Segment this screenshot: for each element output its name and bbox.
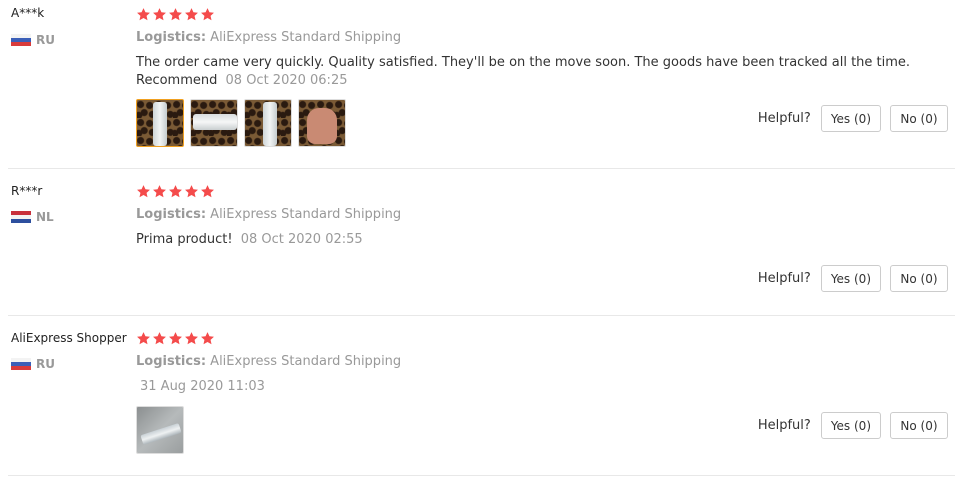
review-photo-thumbnail[interactable] <box>136 99 184 147</box>
review-item: R***r NL Logistics: AliExpress Standard … <box>0 169 955 315</box>
helpful-yes-button[interactable]: Yes (0) <box>820 105 881 132</box>
review-divider <box>8 475 955 476</box>
star-icon <box>200 184 215 199</box>
star-icon <box>184 7 199 22</box>
review-photo-thumbnail[interactable] <box>190 99 238 147</box>
reviewer-name: AliExpress Shopper <box>11 331 127 345</box>
helpful-votes: Helpful? Yes (0) No (0) <box>758 412 948 439</box>
star-icon <box>136 331 151 346</box>
review-photo-thumbnail[interactable] <box>298 99 346 147</box>
review-item: A***k RU Logistics: AliExpress Standard … <box>0 0 955 168</box>
review-photo-thumbnail[interactable] <box>244 99 292 147</box>
star-rating <box>136 7 215 22</box>
review-text-tail: Recommend <box>136 73 218 88</box>
reviewer-country: RU <box>11 33 55 47</box>
logistics-value: AliExpress Standard Shipping <box>210 207 402 222</box>
helpful-votes: Helpful? Yes (0) No (0) <box>758 105 948 132</box>
country-code: NL <box>36 210 54 224</box>
star-icon <box>184 184 199 199</box>
star-icon <box>168 184 183 199</box>
reviewer-name: R***r <box>11 184 43 198</box>
helpful-yes-button[interactable]: Yes (0) <box>820 265 881 292</box>
star-rating <box>136 184 215 199</box>
review-text-line: Prima product! 08 Oct 2020 02:55 <box>136 232 363 247</box>
reviewer-country: NL <box>11 210 54 224</box>
review-date: 31 Aug 2020 11:03 <box>140 379 265 394</box>
review-photos <box>136 99 346 147</box>
review-item: AliExpress Shopper RU Logistics: AliExpr… <box>0 316 955 476</box>
logistics-info: Logistics: AliExpress Standard Shipping <box>136 354 401 369</box>
review-text-line: 31 Aug 2020 11:03 <box>136 379 265 394</box>
helpful-no-button[interactable]: No (0) <box>890 265 948 292</box>
country-code: RU <box>36 357 55 371</box>
star-icon <box>184 331 199 346</box>
helpful-no-button[interactable]: No (0) <box>890 105 948 132</box>
logistics-label: Logistics: <box>136 354 207 369</box>
star-icon <box>152 184 167 199</box>
logistics-label: Logistics: <box>136 30 207 45</box>
review-date: 08 Oct 2020 06:25 <box>225 73 348 88</box>
logistics-label: Logistics: <box>136 207 207 222</box>
star-icon <box>200 331 215 346</box>
review-text: The order came very quickly. Quality sat… <box>136 55 911 70</box>
review-text: Prima product! <box>136 232 233 247</box>
logistics-value: AliExpress Standard Shipping <box>210 354 402 369</box>
star-icon <box>152 7 167 22</box>
helpful-no-button[interactable]: No (0) <box>890 412 948 439</box>
review-date: 08 Oct 2020 02:55 <box>240 232 363 247</box>
reviewer-name: A***k <box>11 6 45 20</box>
star-icon <box>168 331 183 346</box>
star-icon <box>152 331 167 346</box>
star-rating <box>136 331 215 346</box>
reviewer-country: RU <box>11 357 55 371</box>
russia-flag-icon <box>11 358 31 370</box>
russia-flag-icon <box>11 34 31 46</box>
star-icon <box>168 7 183 22</box>
netherlands-flag-icon <box>11 211 31 223</box>
country-code: RU <box>36 33 55 47</box>
star-icon <box>200 7 215 22</box>
logistics-info: Logistics: AliExpress Standard Shipping <box>136 207 401 222</box>
star-icon <box>136 7 151 22</box>
review-photo-thumbnail[interactable] <box>136 406 184 454</box>
logistics-info: Logistics: AliExpress Standard Shipping <box>136 30 401 45</box>
helpful-yes-button[interactable]: Yes (0) <box>820 412 881 439</box>
helpful-label: Helpful? <box>757 111 811 126</box>
helpful-votes: Helpful? Yes (0) No (0) <box>758 265 948 292</box>
star-icon <box>136 184 151 199</box>
review-text-continued: Recommend 08 Oct 2020 06:25 <box>136 73 347 88</box>
review-photos <box>136 406 184 454</box>
logistics-value: AliExpress Standard Shipping <box>210 30 402 45</box>
helpful-label: Helpful? <box>757 271 811 286</box>
helpful-label: Helpful? <box>757 418 811 433</box>
